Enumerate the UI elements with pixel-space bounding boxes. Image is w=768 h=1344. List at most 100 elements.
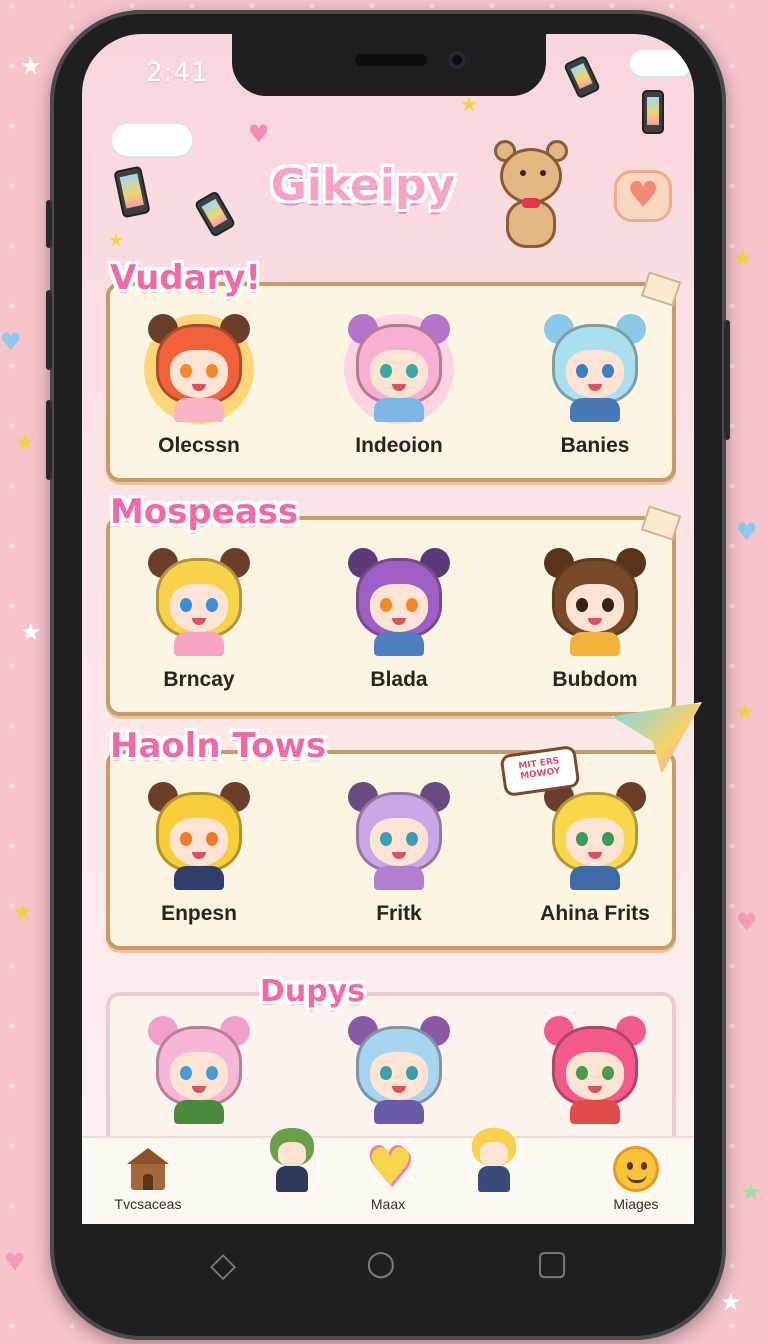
nav-label: Maax bbox=[370, 1196, 406, 1212]
avatar-eye bbox=[206, 598, 218, 612]
house-icon bbox=[123, 1146, 173, 1190]
green-hair-chibi-icon bbox=[262, 1124, 322, 1194]
avatar-face bbox=[566, 1052, 624, 1100]
avatar-mouth bbox=[192, 1086, 206, 1093]
recents-button-icon[interactable]: ▢ bbox=[536, 1246, 568, 1280]
volume-down-button bbox=[46, 400, 52, 480]
chibi-avatar-icon bbox=[344, 782, 454, 892]
chibi-avatar-icon bbox=[144, 314, 254, 424]
character-card[interactable]: Olecssn bbox=[124, 314, 274, 458]
avatar-mouth bbox=[192, 384, 206, 391]
heart-deco-icon: ♥ bbox=[0, 328, 22, 356]
teddy-bear-mascot-icon bbox=[484, 138, 580, 254]
character-card[interactable]: Enpesn bbox=[124, 782, 274, 926]
avatar-eye bbox=[206, 832, 218, 846]
character-name: Banies bbox=[560, 434, 630, 457]
avatar-shirt bbox=[570, 866, 620, 890]
character-name: Fritk bbox=[376, 902, 422, 925]
character-card[interactable]: Banies bbox=[520, 314, 670, 458]
smiley-face-icon bbox=[611, 1146, 661, 1192]
blonde-cat-chibi-icon bbox=[464, 1124, 524, 1194]
avatar-eye bbox=[576, 364, 588, 378]
nav-label: Miages bbox=[613, 1196, 659, 1212]
chibi-avatar-icon bbox=[540, 782, 650, 892]
heart-deco-icon: ♥ bbox=[736, 908, 758, 936]
nav-item-miages[interactable]: Miages bbox=[576, 1138, 696, 1226]
avatar-eye bbox=[576, 832, 588, 846]
nav-item-maax[interactable]: ♥ Maax bbox=[328, 1138, 448, 1226]
heart-deco-icon: ♥ bbox=[248, 120, 270, 148]
avatar-eye bbox=[206, 364, 218, 378]
avatar-face bbox=[170, 818, 228, 866]
avatar-eye bbox=[602, 1066, 614, 1080]
section-title[interactable]: Haoln Tows bbox=[110, 726, 326, 766]
chibi-avatar-icon bbox=[540, 548, 650, 658]
heart-bubble-icon[interactable] bbox=[614, 170, 672, 222]
nav-item-home[interactable]: Tvcsaceas bbox=[88, 1138, 208, 1226]
avatar-shirt bbox=[374, 398, 424, 422]
nav-item-character-4[interactable] bbox=[434, 1128, 554, 1226]
avatar-face bbox=[370, 584, 428, 632]
chibi-avatar-icon bbox=[144, 548, 254, 658]
star-deco-icon: ★ bbox=[20, 52, 42, 80]
character-card[interactable]: Indeoion bbox=[324, 314, 474, 458]
volume-up-button bbox=[46, 290, 52, 370]
avatar-face bbox=[566, 584, 624, 632]
home-button-icon[interactable]: ○ bbox=[366, 1246, 396, 1280]
avatar-shirt bbox=[570, 398, 620, 422]
avatar-mouth bbox=[588, 1086, 602, 1093]
character-card[interactable]: Bubdom bbox=[520, 548, 670, 692]
avatar-mouth bbox=[588, 852, 602, 859]
avatar-face bbox=[170, 584, 228, 632]
chibi-avatar-icon bbox=[344, 548, 454, 658]
avatar-eye bbox=[180, 832, 192, 846]
character-card[interactable] bbox=[124, 1016, 274, 1136]
avatar-eye bbox=[406, 598, 418, 612]
avatar-eye bbox=[180, 598, 192, 612]
avatar-eye bbox=[406, 832, 418, 846]
mute-switch bbox=[46, 200, 52, 248]
heart-icon: ♥ bbox=[367, 1138, 414, 1198]
star-deco-icon: ★ bbox=[732, 244, 754, 272]
character-name: Indeoion bbox=[355, 434, 443, 457]
avatar-mouth bbox=[392, 852, 406, 859]
avatar-mouth bbox=[392, 384, 406, 391]
chibi-avatar-icon bbox=[540, 1016, 650, 1126]
bear-eye bbox=[520, 170, 526, 176]
notch bbox=[232, 34, 546, 96]
avatar-eye bbox=[576, 1066, 588, 1080]
mini-phone-icon bbox=[642, 90, 664, 134]
chibi-avatar-icon bbox=[344, 314, 454, 424]
avatar-mouth bbox=[588, 618, 602, 625]
section-card: Mospeass Brncay Blada Bubdom bbox=[106, 492, 682, 716]
avatar-face bbox=[370, 818, 428, 866]
character-card[interactable]: Ahina Frits bbox=[520, 782, 670, 926]
character-card[interactable] bbox=[324, 1016, 474, 1136]
back-button-icon[interactable]: ◇ bbox=[210, 1248, 236, 1282]
avatar-mouth bbox=[192, 852, 206, 859]
mini-phone-icon bbox=[193, 190, 237, 238]
avatar-mouth bbox=[392, 1086, 406, 1093]
star-deco-icon: ★ bbox=[460, 92, 478, 116]
section-card: Vudary! Olecssn Indeoion Banies bbox=[106, 258, 682, 482]
character-name: Bubdom bbox=[552, 668, 638, 691]
section-title[interactable]: Vudary! bbox=[110, 258, 261, 298]
avatar-eye bbox=[602, 364, 614, 378]
section-title[interactable]: Mospeass bbox=[110, 492, 298, 532]
avatar-shirt bbox=[174, 632, 224, 656]
avatar-shirt bbox=[570, 632, 620, 656]
avatar-face bbox=[566, 818, 624, 866]
avatar-shirt bbox=[374, 1100, 424, 1124]
heart-deco-icon: ♥ bbox=[736, 518, 758, 546]
chibi-avatar-icon bbox=[344, 1016, 454, 1126]
avatar-shirt bbox=[174, 866, 224, 890]
section-title[interactable]: Dupys bbox=[260, 974, 365, 1009]
avatar-mouth bbox=[192, 618, 206, 625]
avatar-eye bbox=[602, 832, 614, 846]
avatar-eye bbox=[406, 1066, 418, 1080]
character-card[interactable]: Fritk bbox=[324, 782, 474, 926]
avatar-mouth bbox=[588, 384, 602, 391]
character-card[interactable] bbox=[520, 1016, 670, 1136]
character-card[interactable]: Brncay bbox=[124, 548, 274, 692]
character-card[interactable]: Blada bbox=[324, 548, 474, 692]
